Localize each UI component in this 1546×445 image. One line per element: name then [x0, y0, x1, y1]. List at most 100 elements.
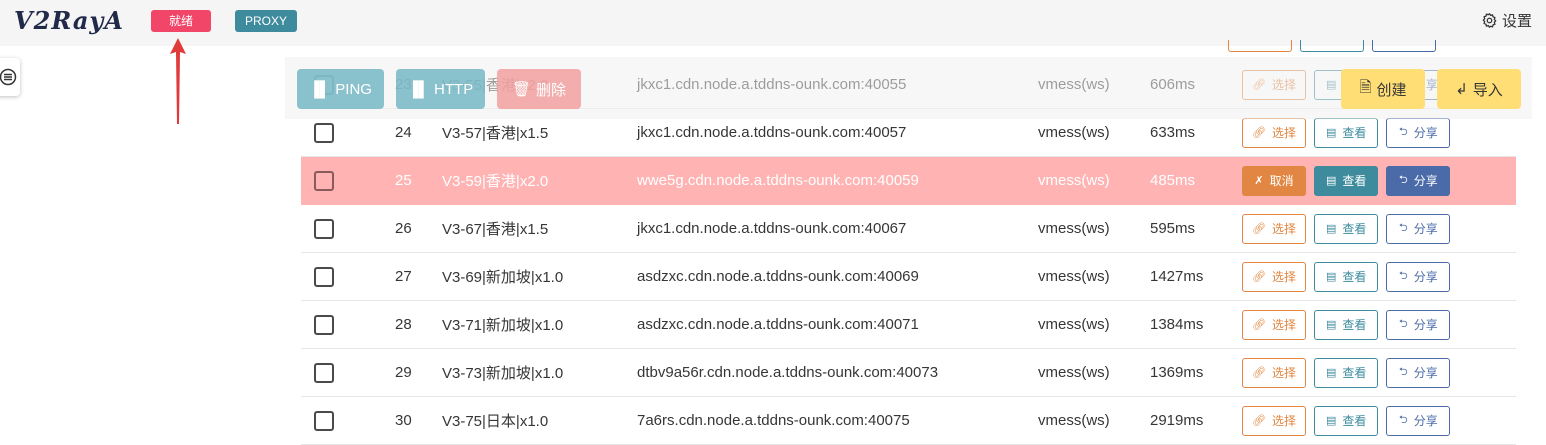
unplug-icon: ✗	[1254, 175, 1264, 187]
select-button[interactable]: 🔗︎ 选择	[1242, 405, 1306, 436]
view-label: 查看	[1342, 222, 1367, 236]
app-logo[interactable]: V2RayA	[14, 6, 124, 35]
row-checkbox[interactable]	[314, 122, 334, 143]
server-protocol: vmess(ws)	[1038, 204, 1150, 253]
server-latency: 2919ms	[1150, 396, 1242, 445]
settings-label: 设置	[1501, 13, 1532, 30]
share-button[interactable]: ⮌ 分享	[1386, 357, 1451, 388]
partial-view-button	[1300, 40, 1364, 52]
row-checkbox[interactable]	[314, 170, 334, 191]
file-view-icon: ▤	[1325, 319, 1337, 331]
server-address: wwe5g.cdn.node.a.tddns-ounk.com:40059	[637, 156, 1038, 205]
settings-link[interactable]: 设置	[1481, 10, 1532, 31]
view-label: 查看	[1342, 270, 1367, 284]
file-view-icon: ▤	[1325, 415, 1337, 427]
file-view-icon: ▤	[1325, 223, 1337, 235]
trash-icon: 🗑	[511, 81, 532, 98]
view-button[interactable]: ▤ 查看	[1314, 405, 1379, 436]
server-address: jkxc1.cdn.node.a.tddns-ounk.com:40067	[637, 204, 1038, 253]
select-button[interactable]: 🔗︎ 选择	[1242, 117, 1306, 148]
server-row[interactable]: 24 V3-57|香港|x1.5 jkxc1.cdn.node.a.tddns-…	[301, 108, 1516, 157]
row-checkbox-cell	[301, 204, 358, 253]
select-button[interactable]: 🔗︎ 选择	[1242, 69, 1306, 100]
view-label: 查看	[1342, 414, 1367, 428]
row-checkbox[interactable]	[314, 314, 334, 335]
row-actions: 🔗︎ 选择 ▤ 查看 ⮌ 分享	[1242, 396, 1516, 445]
select-button[interactable]: 🔗︎ 选择	[1242, 213, 1306, 244]
server-latency: 633ms	[1150, 108, 1242, 157]
select-button[interactable]: 🔗︎ 选择	[1242, 357, 1306, 388]
file-view-icon: ▤	[1325, 175, 1337, 187]
server-address: 7a6rs.cdn.node.a.tddns-ounk.com:40075	[637, 396, 1038, 445]
view-label: 查看	[1342, 318, 1367, 332]
share-button[interactable]: ⮌ 分享	[1386, 213, 1451, 244]
server-row[interactable]: 28 V3-71|新加坡|x1.0 asdzxc.cdn.node.a.tddn…	[301, 300, 1516, 349]
view-button[interactable]: ▤ 查看	[1314, 309, 1379, 340]
share-icon: ⮌	[1398, 366, 1408, 378]
view-button[interactable]: ▤ 查看	[1314, 213, 1379, 244]
view-button[interactable]: ▤ 查看	[1314, 117, 1379, 148]
row-actions: ✗ 取消 ▤ 查看 ⮌ 分享	[1242, 156, 1516, 205]
select-label: 选择	[1271, 366, 1296, 380]
row-checkbox[interactable]	[314, 266, 334, 287]
status-tag: 就绪	[151, 10, 211, 32]
row-checkbox-cell	[301, 300, 358, 349]
server-address: jkxc1.cdn.node.a.tddns-ounk.com:40055	[637, 61, 1038, 109]
server-address: asdzxc.cdn.node.a.tddns-ounk.com:40069	[637, 252, 1038, 301]
share-button[interactable]: ⮌ 分享	[1386, 117, 1451, 148]
share-button[interactable]: ⮌ 分享	[1386, 309, 1451, 340]
import-button[interactable]: ↲ 导入	[1437, 69, 1521, 109]
share-button[interactable]: ⮌ 分享	[1386, 165, 1451, 196]
server-table: 23 V3-55|香港|x2.0 jkxc1.cdn.node.a.tddns-…	[301, 61, 1516, 445]
server-latency: 1384ms	[1150, 300, 1242, 349]
share-button[interactable]: ⮌ 分享	[1386, 261, 1451, 292]
server-name: V3-57|香港|x1.5	[442, 108, 637, 157]
server-id: 26	[358, 204, 442, 253]
server-row[interactable]: 27 V3-69|新加坡|x1.0 asdzxc.cdn.node.a.tddn…	[301, 252, 1516, 301]
link-icon: 🔗︎	[1252, 223, 1266, 235]
server-id: 30	[358, 396, 442, 445]
row-checkbox[interactable]	[314, 218, 334, 239]
http-label: HTTP	[434, 80, 474, 98]
import-icon: ↲	[1455, 81, 1468, 98]
sidebar-toggle-button[interactable]	[0, 58, 20, 96]
server-latency: 606ms	[1150, 61, 1242, 109]
view-button[interactable]: ▤ 查看	[1314, 261, 1379, 292]
server-row[interactable]: 30 V3-75|日本|x1.0 7a6rs.cdn.node.a.tddns-…	[301, 396, 1516, 445]
server-row[interactable]: 25 V3-59|香港|x2.0 wwe5g.cdn.node.a.tddns-…	[301, 156, 1516, 205]
server-latency: 1369ms	[1150, 348, 1242, 397]
server-id: 29	[358, 348, 442, 397]
cancel-label: 取消	[1269, 174, 1294, 188]
server-row[interactable]: 29 V3-73|新加坡|x1.0 dtbv9a56r.cdn.node.a.t…	[301, 348, 1516, 397]
share-label: 分享	[1413, 174, 1438, 188]
delete-label: 删除	[536, 81, 567, 99]
proxy-mode-tag[interactable]: PROXY	[235, 10, 298, 32]
create-button[interactable]: 🗎 创建	[1341, 69, 1425, 109]
select-button[interactable]: 🔗︎ 选择	[1242, 309, 1306, 340]
link-icon: 🔗︎	[1252, 79, 1266, 91]
file-view-icon: ▤	[1325, 79, 1337, 91]
share-icon: ⮌	[1398, 222, 1408, 234]
row-checkbox[interactable]	[314, 410, 334, 431]
cancel-button[interactable]: ✗ 取消	[1242, 165, 1306, 196]
view-button[interactable]: ▤ 查看	[1314, 165, 1379, 196]
row-checkbox[interactable]	[314, 362, 334, 383]
server-name: V3-75|日本|x1.0	[442, 396, 637, 445]
select-button[interactable]: 🔗︎ 选择	[1242, 261, 1306, 292]
link-icon: 🔗︎	[1252, 127, 1266, 139]
file-view-icon: ▤	[1325, 271, 1337, 283]
share-button[interactable]: ⮌ 分享	[1386, 405, 1451, 436]
server-id: 25	[358, 156, 442, 205]
waveform-icon: ▐▌	[407, 80, 430, 98]
import-label: 导入	[1472, 81, 1503, 99]
document-plus-icon: 🗎	[1359, 78, 1372, 96]
select-label: 选择	[1271, 318, 1296, 332]
ping-test-button[interactable]: ▐▌ PING	[297, 69, 384, 109]
delete-button[interactable]: 🗑 删除	[497, 69, 581, 109]
row-checkbox-cell	[301, 252, 358, 301]
http-test-button[interactable]: ▐▌ HTTP	[396, 69, 485, 109]
server-protocol: vmess(ws)	[1038, 300, 1150, 349]
server-row[interactable]: 26 V3-67|香港|x1.5 jkxc1.cdn.node.a.tddns-…	[301, 204, 1516, 253]
view-button[interactable]: ▤ 查看	[1314, 357, 1379, 388]
share-label: 分享	[1413, 126, 1438, 140]
